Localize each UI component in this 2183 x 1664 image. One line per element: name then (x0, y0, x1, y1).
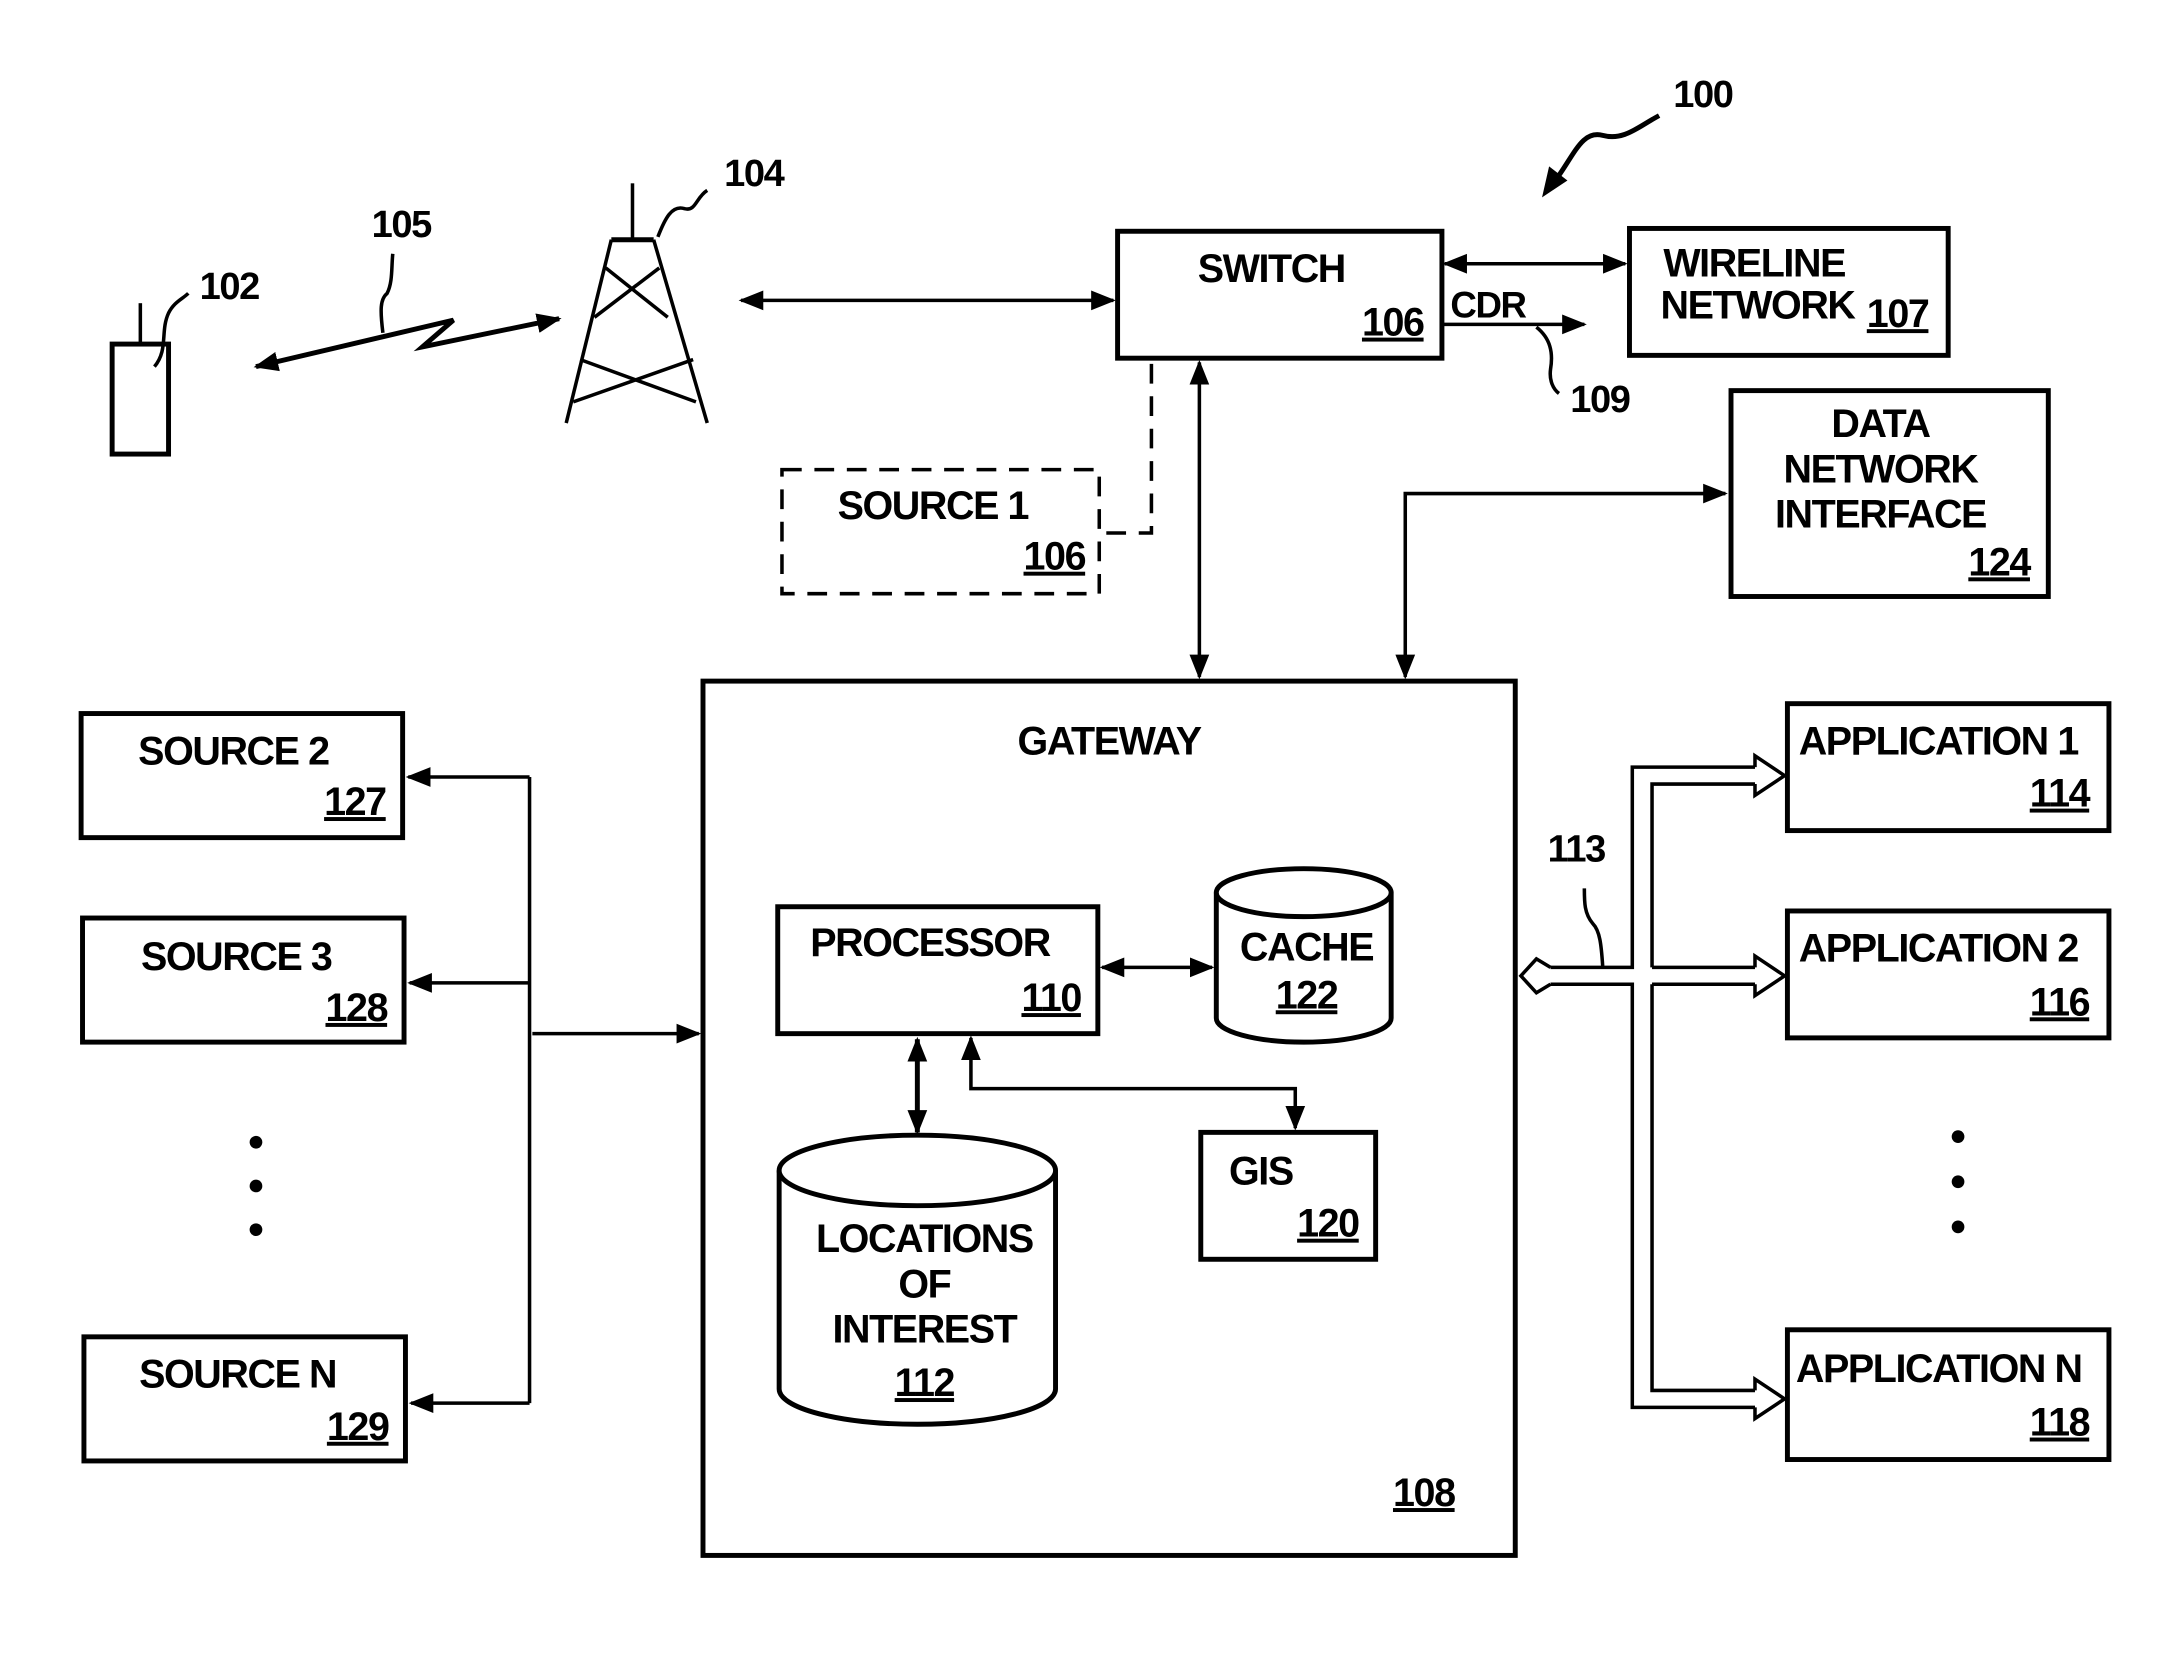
cdr-ref: 109 (1570, 379, 1630, 421)
dni-line1: DATA (1831, 402, 1930, 446)
wireline-ref: 107 (1867, 292, 1929, 336)
figure-ref-label: 100 (1673, 74, 1733, 116)
wireless-link-arrow (253, 313, 562, 372)
figure-ref-leader (1551, 113, 1661, 185)
gis-title: GIS (1229, 1150, 1293, 1194)
application-1-ref: 114 (2030, 772, 2091, 816)
source-1-title: SOURCE 1 (838, 484, 1029, 528)
source-n-ref: 129 (327, 1405, 389, 1449)
bus-arrow-gateway (1518, 956, 1552, 996)
locations-line1: LOCATIONS (816, 1217, 1033, 1261)
cache-title: CACHE (1240, 925, 1373, 969)
application-2-block[interactable]: APPLICATION 2 116 (1784, 908, 2112, 1041)
source-1-block[interactable]: SOURCE 1 106 (780, 467, 1102, 596)
processor-block[interactable]: PROCESSOR 110 (775, 904, 1101, 1037)
cdr-label: CDR (1450, 284, 1526, 325)
locations-line3: INTEREST (832, 1307, 1017, 1351)
locations-of-interest-cylinder[interactable]: LOCATIONS OF INTEREST 112 (776, 1132, 1059, 1427)
application-2-title: APPLICATION 2 (1799, 927, 2079, 971)
application-n-ref: 118 (2030, 1401, 2090, 1445)
tower-ref: 104 (724, 153, 785, 195)
wireline-network-block[interactable]: WIRELINE NETWORK 107 (1627, 225, 1951, 358)
application-1-block[interactable]: APPLICATION 1 114 (1784, 701, 2112, 834)
gateway-ref: 108 (1393, 1471, 1455, 1515)
source-3-ref: 128 (325, 986, 387, 1030)
bus-arrow-app2 (1753, 952, 1788, 999)
cache-ref: 122 (1276, 973, 1338, 1017)
dni-gateway-connection (1395, 483, 1728, 680)
application-2-ref: 116 (2030, 980, 2090, 1024)
gis-block[interactable]: GIS 120 (1198, 1129, 1379, 1262)
locations-line2: OF (898, 1262, 950, 1306)
source-1-switch-dashed-link (1102, 363, 1154, 535)
sources-bus (405, 767, 702, 1413)
figure-ref-100: 100 (1542, 74, 1734, 198)
cdr-leader (1535, 325, 1561, 395)
applications-bus-ref: 113 (1548, 829, 1605, 871)
application-1-title: APPLICATION 1 (1799, 719, 2079, 763)
source-n-block[interactable]: SOURCE N 129 (81, 1334, 408, 1464)
gis-ref: 120 (1297, 1202, 1359, 1246)
cache-cylinder[interactable]: CACHE 122 (1213, 866, 1394, 1045)
processor-ref: 110 (1021, 976, 1081, 1020)
application-ellipsis (1951, 1130, 1965, 1234)
switch-title: SWITCH (1198, 247, 1345, 291)
wireless-link-ref: 105 (372, 204, 433, 246)
switch-ref: 106 (1362, 301, 1424, 345)
source-2-block[interactable]: SOURCE 2 127 (78, 711, 406, 841)
bus-arrow-app1 (1753, 752, 1788, 799)
tower-leader (656, 188, 709, 238)
mobile-device: 102 (109, 266, 260, 457)
source-ellipsis (249, 1135, 263, 1237)
source-n-title: SOURCE N (139, 1353, 336, 1397)
wireline-line1: WIRELINE (1663, 241, 1845, 285)
data-network-interface-block[interactable]: DATA NETWORK INTERFACE 124 (1728, 388, 2051, 599)
wireless-link-leader (379, 253, 395, 334)
system-diagram: 100 102 105 104 SWITCH 106 CDR 109 WIREL… (78, 74, 2112, 1558)
wireless-link: 105 (253, 204, 562, 372)
processor-title: PROCESSOR (810, 921, 1050, 965)
cell-tower-icon: 104 (564, 153, 786, 424)
switch-block[interactable]: SWITCH 106 (1115, 228, 1445, 361)
wireline-line2: NETWORK (1661, 284, 1857, 328)
dni-line2: NETWORK (1783, 447, 1979, 491)
dni-ref: 124 (1968, 540, 2031, 584)
gateway-title: GATEWAY (1018, 719, 1202, 763)
applications-bus: 113 (1518, 752, 1788, 1422)
source-1-ref: 106 (1024, 535, 1086, 579)
locations-ref: 112 (895, 1361, 955, 1405)
gateway-block[interactable]: GATEWAY 108 (700, 678, 1518, 1558)
mobile-leader (153, 292, 190, 368)
source-2-ref: 127 (324, 780, 386, 824)
bus-arrow-appn (1753, 1375, 1788, 1422)
mobile-ref: 102 (200, 266, 260, 308)
source-3-title: SOURCE 3 (141, 935, 332, 979)
application-n-block[interactable]: APPLICATION N 118 (1784, 1327, 2112, 1462)
application-n-title: APPLICATION N (1796, 1347, 2082, 1391)
dni-line3: INTERFACE (1775, 492, 1986, 536)
source-2-title: SOURCE 2 (138, 729, 329, 773)
source-3-block[interactable]: SOURCE 3 128 (80, 915, 407, 1045)
